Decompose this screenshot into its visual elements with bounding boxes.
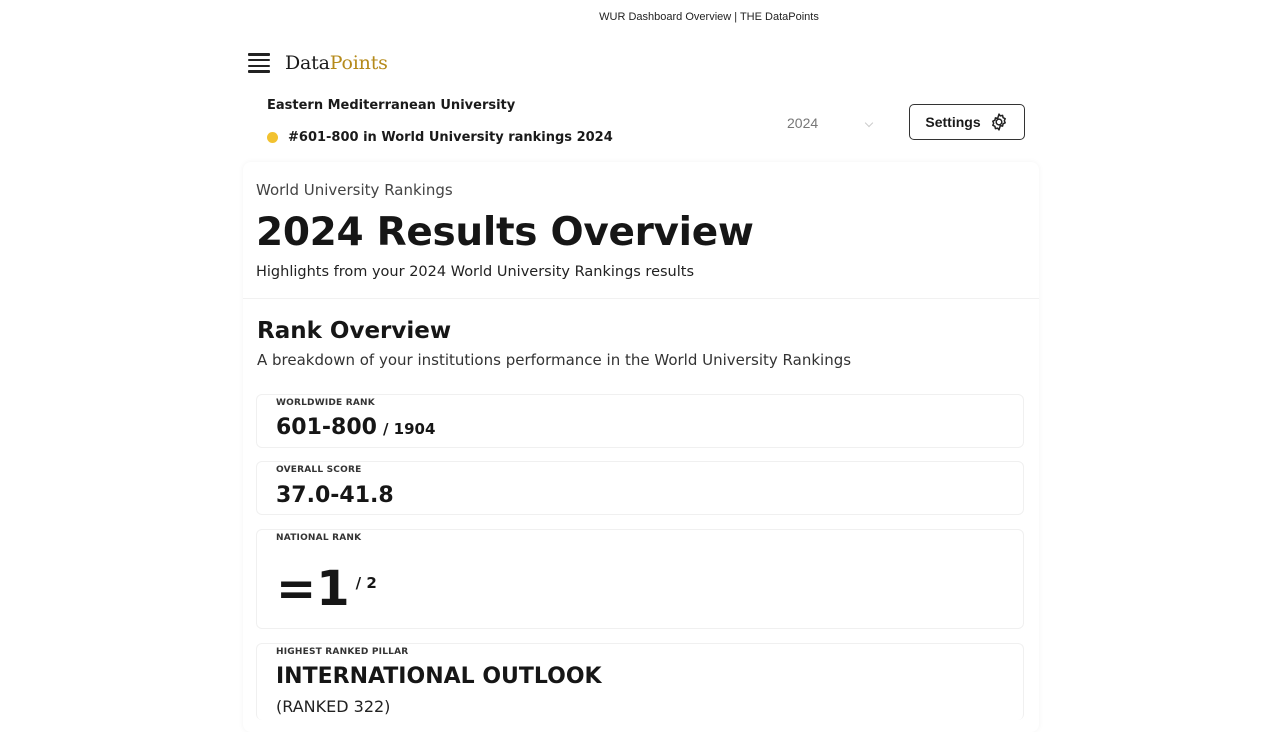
- institution-rank-summary: #601-800 in World University rankings 20…: [267, 130, 613, 145]
- rank-summary-text: #601-800 in World University rankings 20…: [288, 130, 613, 145]
- institution-name: Eastern Mediterranean University: [267, 98, 516, 113]
- section-subtitle: A breakdown of your institutions perform…: [257, 351, 852, 369]
- worldwide-rank-card: WORLDWIDE RANK 601-800 / 1904: [256, 394, 1024, 448]
- gear-icon: [991, 113, 1006, 131]
- hero-divider: [243, 298, 1039, 299]
- worldwide-rank-total: / 1904: [382, 420, 436, 438]
- highest-pillar-card: HIGHEST RANKED PILLAR INTERNATIONAL OUTL…: [256, 643, 1024, 720]
- overall-score-label: OVERALL SCORE: [276, 465, 362, 475]
- datapoints-logo[interactable]: DataPoints: [285, 52, 388, 74]
- year-select-value: 2024: [787, 115, 819, 131]
- highest-pillar-label: HIGHEST RANKED PILLAR: [276, 647, 409, 657]
- worldwide-rank-number: 601-800: [276, 415, 377, 440]
- logo-text-accent: Points: [329, 52, 388, 74]
- page-title: 2024 Results Overview: [256, 210, 754, 255]
- page-eyebrow: World University Rankings: [256, 181, 453, 199]
- top-bar: DataPoints: [248, 50, 388, 76]
- window-title: WUR Dashboard Overview | THE DataPoints: [599, 11, 819, 23]
- year-select[interactable]: 2024: [787, 115, 874, 131]
- national-rank-number: =1: [276, 561, 350, 617]
- settings-button-label: Settings: [925, 114, 981, 130]
- hamburger-menu-icon[interactable]: [248, 53, 270, 73]
- national-rank-card: NATIONAL RANK =1 / 2: [256, 529, 1024, 629]
- status-dot-icon: [267, 132, 278, 143]
- overall-score-card: OVERALL SCORE 37.0-41.8: [256, 461, 1024, 515]
- logo-text-main: Data: [285, 52, 330, 74]
- settings-button[interactable]: Settings: [909, 104, 1025, 140]
- page-subtitle: Highlights from your 2024 World Universi…: [256, 264, 695, 280]
- national-rank-total: / 2: [355, 574, 377, 592]
- overall-score-value: 37.0-41.8: [276, 483, 394, 508]
- highest-pillar-value: INTERNATIONAL OUTLOOK: [276, 664, 602, 689]
- chevron-down-icon: [864, 118, 874, 128]
- national-rank-value: =1 / 2: [276, 561, 377, 617]
- worldwide-rank-value: 601-800 / 1904: [276, 415, 435, 440]
- highest-pillar-note: (RANKED 322): [276, 697, 391, 716]
- national-rank-label: NATIONAL RANK: [276, 533, 362, 543]
- section-title: Rank Overview: [257, 318, 452, 344]
- worldwide-rank-label: WORLDWIDE RANK: [276, 398, 375, 408]
